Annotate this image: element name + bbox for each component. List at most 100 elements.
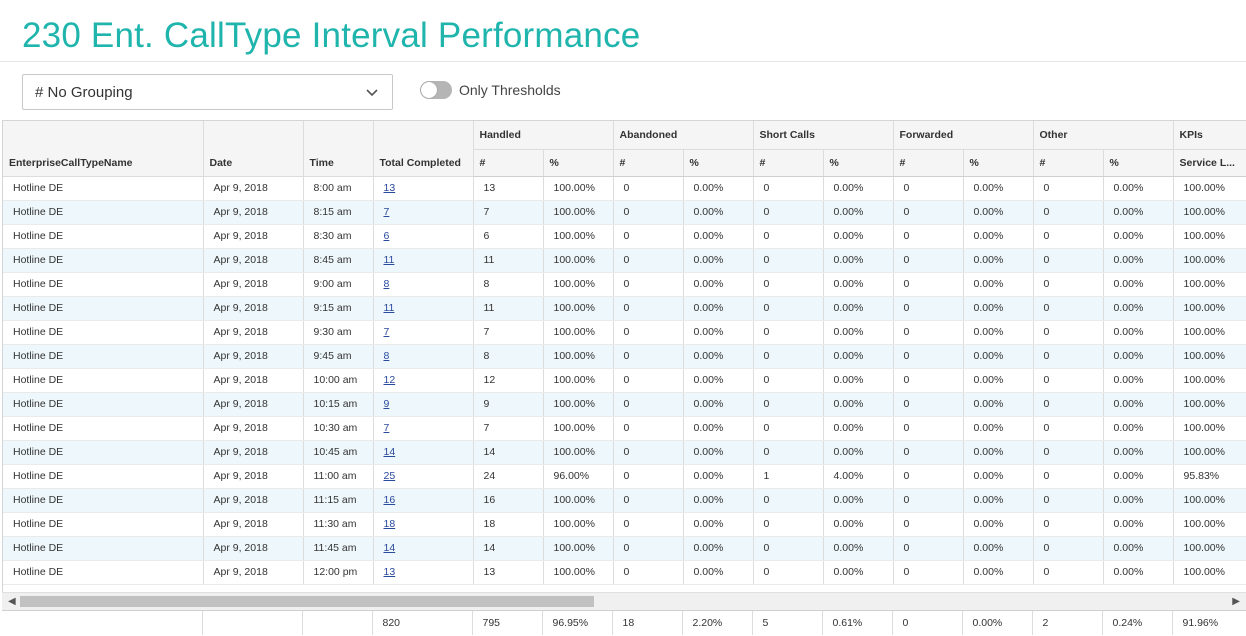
scroll-right-icon[interactable]: ▶	[1232, 596, 1240, 607]
cell-short-calls-pct: 0.00%	[823, 248, 894, 273]
col-header-forwarded-count[interactable]: #	[893, 149, 964, 177]
cell-other-pct: 0.00%	[1103, 176, 1174, 201]
total-completed-link[interactable]: 7	[384, 326, 390, 338]
cell-time: 10:30 am	[303, 416, 374, 441]
cell-handled-count: 14	[473, 440, 544, 465]
total-completed-link[interactable]: 8	[384, 350, 390, 362]
cell-service-level: 100.00%	[1173, 272, 1246, 297]
scroll-left-icon[interactable]: ◀	[8, 596, 16, 607]
cell-abandoned-pct: 0.00%	[683, 296, 754, 321]
table-row[interactable]: Hotline DE Apr 9, 2018 9:45 am 8 8 100.00% 0 0.…	[3, 344, 1246, 369]
total-completed-link[interactable]: 9	[384, 398, 390, 410]
col-header-abandoned-pct[interactable]: %	[683, 149, 754, 177]
cell-handled-count: 8	[473, 344, 544, 369]
cell-forwarded-pct: 0.00%	[963, 440, 1034, 465]
cell-forwarded-pct: 0.00%	[963, 512, 1034, 537]
total-completed-link[interactable]: 14	[384, 446, 396, 458]
cell-short-calls-pct: 0.00%	[823, 272, 894, 297]
table-row[interactable]: Hotline DE Apr 9, 2018 8:15 am 7 7 100.00% 0 0.…	[3, 200, 1246, 225]
cell-abandoned-count: 0	[613, 224, 684, 249]
total-completed-link[interactable]: 11	[384, 254, 395, 266]
table-row[interactable]: Hotline DE Apr 9, 2018 10:00 am 12 12 100.00%…	[3, 368, 1246, 393]
table-row[interactable]: Hotline DE Apr 9, 2018 9:15 am 11 11 100.00% 0…	[3, 296, 1246, 321]
total-completed-link[interactable]: 18	[384, 518, 396, 530]
cell-other-count: 0	[1033, 176, 1104, 201]
total-completed-link[interactable]: 6	[384, 230, 390, 242]
cell-forwarded-count: 0	[893, 248, 964, 273]
total-other-pct: 0.24%	[1102, 611, 1173, 635]
col-header-forwarded-pct[interactable]: %	[963, 149, 1034, 177]
total-completed-link[interactable]: 12	[384, 374, 396, 386]
table-row[interactable]: Hotline DE Apr 9, 2018 10:30 am 7 7 100.00% 0 0…	[3, 416, 1246, 441]
cell-short-calls-count: 0	[753, 536, 824, 561]
table-row[interactable]: Hotline DE Apr 9, 2018 11:45 am 14 14 100.00%…	[3, 536, 1246, 561]
col-header-total-completed[interactable]: Total Completed	[373, 121, 474, 177]
cell-date: Apr 9, 2018	[203, 512, 304, 537]
col-header-date[interactable]: Date	[203, 121, 304, 177]
total-abandoned-pct: 2.20%	[682, 611, 753, 635]
table-row[interactable]: Hotline DE Apr 9, 2018 11:00 am 25 24 96.00% 0…	[3, 464, 1246, 489]
table-row[interactable]: Hotline DE Apr 9, 2018 11:15 am 16 16 100.00%…	[3, 488, 1246, 513]
cell-time: 9:00 am	[303, 272, 374, 297]
total-completed-link[interactable]: 13	[384, 566, 396, 578]
cell-total-completed: 9	[373, 392, 474, 417]
table-row[interactable]: Hotline DE Apr 9, 2018 8:00 am 13 13 100.00% 0…	[3, 176, 1246, 201]
cell-total-completed: 14	[373, 440, 474, 465]
col-header-other-pct[interactable]: %	[1103, 149, 1174, 177]
table-row[interactable]: Hotline DE Apr 9, 2018 12:00 pm 13 13 100.00%…	[3, 560, 1246, 585]
cell-total-completed: 16	[373, 488, 474, 513]
cell-short-calls-count: 0	[753, 272, 824, 297]
total-completed-link[interactable]: 25	[384, 470, 396, 482]
cell-date: Apr 9, 2018	[203, 248, 304, 273]
col-header-service-level[interactable]: Service L...	[1173, 149, 1246, 177]
col-header-handled-pct[interactable]: %	[543, 149, 614, 177]
scrollbar-thumb[interactable]	[20, 596, 594, 607]
cell-forwarded-count: 0	[893, 416, 964, 441]
table-row[interactable]: Hotline DE Apr 9, 2018 9:30 am 7 7 100.00% 0 0.…	[3, 320, 1246, 345]
toggle-switch[interactable]	[420, 81, 452, 99]
total-completed-link[interactable]: 7	[384, 206, 390, 218]
cell-calltype: Hotline DE	[3, 224, 204, 249]
col-header-calltype[interactable]: EnterpriseCallTypeName	[3, 121, 204, 177]
cell-handled-pct: 100.00%	[543, 296, 614, 321]
only-thresholds-toggle[interactable]: Only Thresholds	[420, 81, 561, 99]
horizontal-scrollbar[interactable]: ◀ ▶	[2, 592, 1246, 610]
total-completed-link[interactable]: 14	[384, 542, 396, 554]
cell-service-level: 100.00%	[1173, 344, 1246, 369]
cell-calltype: Hotline DE	[3, 464, 204, 489]
col-header-short-calls-pct[interactable]: %	[823, 149, 894, 177]
total-completed-link[interactable]: 13	[384, 182, 396, 194]
total-completed-link[interactable]: 8	[384, 278, 390, 290]
col-header-abandoned-count[interactable]: #	[613, 149, 684, 177]
cell-date: Apr 9, 2018	[203, 176, 304, 201]
table-row[interactable]: Hotline DE Apr 9, 2018 9:00 am 8 8 100.00% 0 0.…	[3, 272, 1246, 297]
cell-forwarded-pct: 0.00%	[963, 488, 1034, 513]
cell-abandoned-count: 0	[613, 320, 684, 345]
toggle-knob	[421, 82, 437, 98]
cell-short-calls-count: 0	[753, 392, 824, 417]
total-completed-link[interactable]: 11	[384, 302, 395, 314]
col-header-other-count[interactable]: #	[1033, 149, 1104, 177]
total-completed-link[interactable]: 7	[384, 422, 390, 434]
col-header-short-calls-count[interactable]: #	[753, 149, 824, 177]
cell-other-pct: 0.00%	[1103, 296, 1174, 321]
cell-short-calls-pct: 0.00%	[823, 296, 894, 321]
cell-short-calls-pct: 0.00%	[823, 224, 894, 249]
cell-abandoned-pct: 0.00%	[683, 416, 754, 441]
table-row[interactable]: Hotline DE Apr 9, 2018 8:30 am 6 6 100.00% 0 0.…	[3, 224, 1246, 249]
total-completed-link[interactable]: 16	[384, 494, 396, 506]
cell-service-level: 100.00%	[1173, 560, 1246, 585]
cell-other-pct: 0.00%	[1103, 536, 1174, 561]
table-row[interactable]: Hotline DE Apr 9, 2018 11:30 am 18 18 100.00%…	[3, 512, 1246, 537]
grouping-select[interactable]: # No Grouping	[22, 74, 393, 110]
cell-short-calls-count: 0	[753, 368, 824, 393]
cell-total-completed: 11	[373, 296, 474, 321]
col-header-handled-count[interactable]: #	[473, 149, 544, 177]
cell-forwarded-pct: 0.00%	[963, 344, 1034, 369]
table-row[interactable]: Hotline DE Apr 9, 2018 10:15 am 9 9 100.00% 0 0…	[3, 392, 1246, 417]
cell-abandoned-count: 0	[613, 176, 684, 201]
col-header-time[interactable]: Time	[303, 121, 374, 177]
table-row[interactable]: Hotline DE Apr 9, 2018 8:45 am 11 11 100.00% 0…	[3, 248, 1246, 273]
page-title: 230 Ent. CallType Interval Performance	[22, 16, 641, 55]
table-row[interactable]: Hotline DE Apr 9, 2018 10:45 am 14 14 100.00%…	[3, 440, 1246, 465]
